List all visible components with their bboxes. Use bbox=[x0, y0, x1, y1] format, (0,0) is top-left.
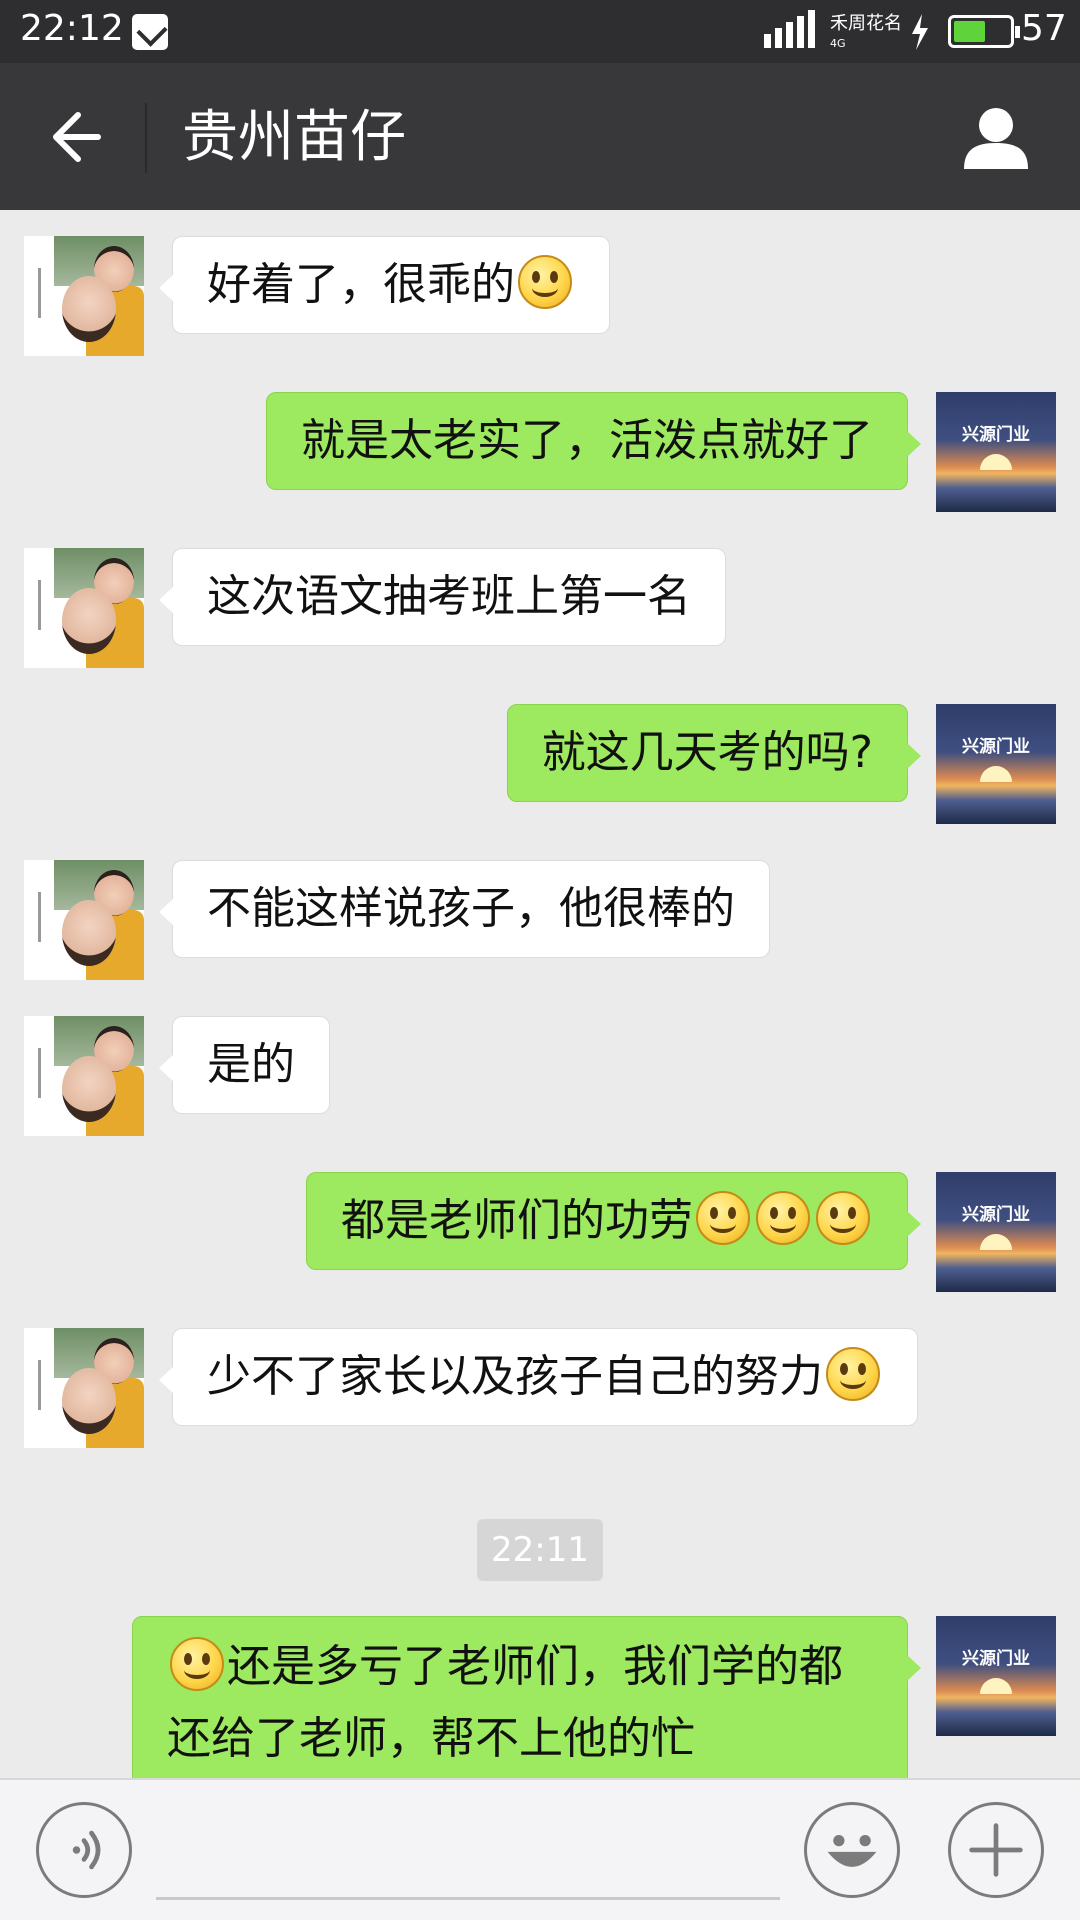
smiley-face-icon[interactable] bbox=[804, 1802, 900, 1898]
chat-area[interactable]: 好着了，很乖的 兴源门业 就是太老实了，活泼点就好了 这次语文抽考班上第一名 兴… bbox=[0, 210, 1080, 1778]
voice-icon[interactable] bbox=[36, 1802, 132, 1898]
sunset-graphic bbox=[980, 766, 1012, 782]
sunset-graphic bbox=[980, 1234, 1012, 1250]
my-avatar[interactable]: 兴源门业 bbox=[936, 392, 1056, 512]
avatar-brand-text: 兴源门业 bbox=[962, 737, 1030, 757]
message-bubble-received[interactable]: 这次语文抽考班上第一名 bbox=[159, 548, 726, 646]
avatar-brand-text: 兴源门业 bbox=[962, 425, 1030, 445]
my-avatar[interactable]: 兴源门业 bbox=[936, 1172, 1056, 1292]
carrier-label: 禾周花名 4G bbox=[830, 14, 902, 54]
smiley-emoji-icon bbox=[756, 1191, 810, 1245]
title-bar: 贵州苗仔 bbox=[0, 63, 1080, 210]
time-divider: 22:11 bbox=[477, 1519, 603, 1581]
signal-icon bbox=[764, 8, 816, 48]
smiley-emoji-icon bbox=[826, 1347, 880, 1401]
message-text: 就是太老实了，活泼点就好了 bbox=[301, 415, 873, 466]
sunset-graphic bbox=[980, 454, 1012, 470]
contact-avatar[interactable] bbox=[24, 236, 144, 356]
chat-title: 贵州苗仔 bbox=[182, 105, 406, 170]
message-text: 还是多亏了老师们，我们学的都还给了老师，帮不上他的忙 bbox=[167, 1641, 843, 1764]
input-bar bbox=[0, 1778, 1080, 1920]
message-text: 不能这样说孩子，他很棒的 bbox=[207, 883, 735, 934]
plus-icon[interactable] bbox=[948, 1802, 1044, 1898]
message-bubble-sent[interactable]: 都是老师们的功劳 bbox=[306, 1172, 921, 1270]
contact-avatar[interactable] bbox=[24, 548, 144, 668]
message-input[interactable] bbox=[156, 1804, 780, 1900]
message-bubble-received[interactable]: 好着了，很乖的 bbox=[159, 236, 610, 334]
avatar-brand-text: 兴源门业 bbox=[962, 1205, 1030, 1225]
battery-level bbox=[954, 21, 985, 42]
message-text: 是的 bbox=[207, 1039, 295, 1090]
smiley-emoji-icon bbox=[170, 1637, 224, 1691]
message-text: 好着了，很乖的 bbox=[207, 259, 515, 310]
notification-check-icon bbox=[132, 14, 168, 50]
contact-avatar[interactable] bbox=[24, 1016, 144, 1136]
my-avatar[interactable]: 兴源门业 bbox=[936, 1616, 1056, 1736]
contact-avatar[interactable] bbox=[24, 1328, 144, 1448]
message-text: 这次语文抽考班上第一名 bbox=[207, 571, 691, 622]
contact-avatar[interactable] bbox=[24, 860, 144, 980]
network-type: 4G bbox=[830, 37, 846, 50]
battery-icon bbox=[948, 15, 1020, 48]
message-bubble-received[interactable]: 少不了家长以及孩子自己的努力 bbox=[159, 1328, 918, 1426]
message-text: 都是老师们的功劳 bbox=[341, 1195, 693, 1246]
message-bubble-received[interactable]: 不能这样说孩子，他很棒的 bbox=[159, 860, 770, 958]
message-bubble-sent[interactable]: 就这几天考的吗? bbox=[506, 704, 922, 802]
status-time: 22:12 bbox=[20, 8, 124, 49]
my-avatar[interactable]: 兴源门业 bbox=[936, 704, 1056, 824]
carrier-name: 禾周花名 bbox=[830, 13, 902, 34]
status-bar: 22:12 禾周花名 4G 57 bbox=[0, 0, 1080, 63]
message-bubble-received[interactable]: 是的 bbox=[159, 1016, 330, 1114]
smiley-emoji-icon bbox=[518, 255, 572, 309]
charging-icon bbox=[912, 14, 928, 50]
title-divider bbox=[145, 103, 147, 173]
avatar-brand-text: 兴源门业 bbox=[962, 1649, 1030, 1669]
battery-percent: 57 bbox=[1021, 8, 1067, 49]
back-arrow-icon[interactable] bbox=[42, 105, 106, 169]
message-text: 就这几天考的吗? bbox=[541, 727, 873, 778]
sunset-graphic bbox=[980, 1678, 1012, 1694]
smiley-emoji-icon bbox=[816, 1191, 870, 1245]
message-bubble-sent[interactable]: 就是太老实了，活泼点就好了 bbox=[266, 392, 921, 490]
message-bubble-sent[interactable]: 还是多亏了老师们，我们学的都还给了老师，帮不上他的忙 bbox=[132, 1616, 921, 1778]
smiley-emoji-icon bbox=[696, 1191, 750, 1245]
profile-person-icon[interactable] bbox=[962, 105, 1030, 171]
message-text: 少不了家长以及孩子自己的努力 bbox=[207, 1351, 823, 1402]
